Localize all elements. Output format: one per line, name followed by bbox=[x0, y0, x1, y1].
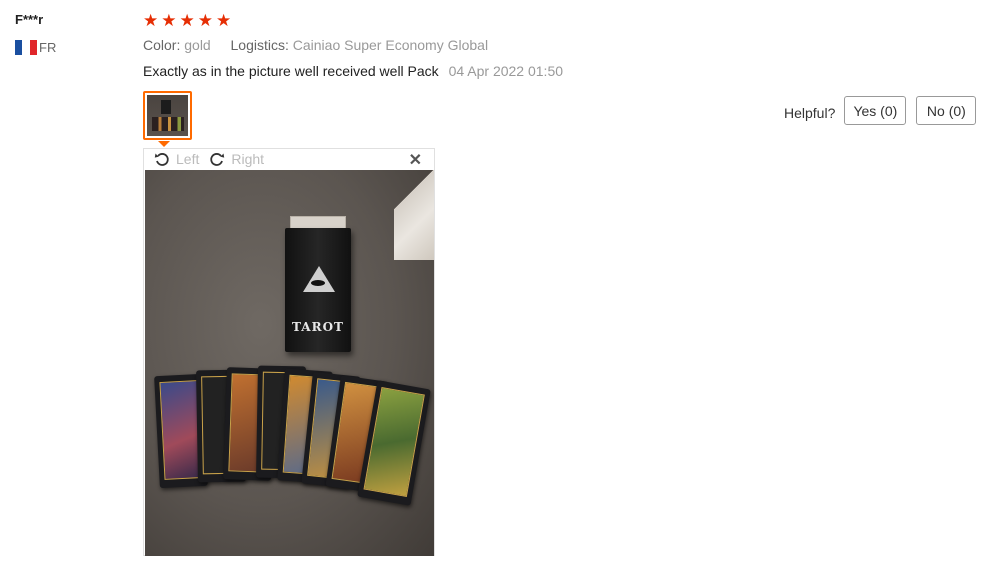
rotate-right-button[interactable]: Right bbox=[209, 151, 264, 167]
review-photo-thumbnail[interactable] bbox=[143, 91, 192, 140]
france-flag-icon bbox=[15, 40, 37, 55]
star-icon: ★ bbox=[197, 11, 213, 30]
logistics-value: Cainiao Super Economy Global bbox=[292, 37, 489, 53]
helpful-yes-button[interactable]: Yes (0) bbox=[844, 96, 907, 125]
helpful-label: Helpful? bbox=[784, 104, 836, 121]
rotate-right-icon bbox=[210, 153, 225, 166]
order-attributes: Color: gold Logistics: Cainiao Super Eco… bbox=[143, 37, 488, 53]
star-icon: ★ bbox=[161, 11, 177, 30]
thumbnail-pointer-icon bbox=[158, 141, 170, 147]
rotate-right-label: Right bbox=[231, 151, 265, 167]
star-icon: ★ bbox=[143, 11, 159, 30]
cloth-decoration bbox=[394, 170, 434, 260]
close-icon[interactable]: ✕ bbox=[409, 150, 422, 170]
review-photo: TAROT bbox=[145, 170, 434, 556]
box-label: TAROT bbox=[292, 320, 344, 334]
review-text: Exactly as in the picture well received … bbox=[143, 63, 439, 79]
logistics-label: Logistics: bbox=[230, 37, 289, 53]
reviewer-name: F***r bbox=[15, 12, 44, 27]
color-value: gold bbox=[184, 37, 211, 53]
star-icon: ★ bbox=[179, 11, 195, 30]
review-date: 04 Apr 2022 01:50 bbox=[448, 63, 564, 79]
rotate-left-button[interactable]: Left bbox=[154, 151, 199, 167]
thumbnail-image bbox=[147, 95, 188, 136]
rotate-left-icon bbox=[154, 153, 169, 166]
color-label: Color: bbox=[143, 37, 181, 53]
tarot-box: TAROT bbox=[285, 228, 351, 352]
helpful-no-button[interactable]: No (0) bbox=[916, 96, 977, 125]
star-icon: ★ bbox=[216, 11, 232, 30]
review-content: Exactly as in the picture well received … bbox=[143, 63, 563, 79]
viewer-toolbar: Left Right ✕ bbox=[144, 149, 434, 169]
star-rating: ★ ★ ★ ★ ★ bbox=[143, 12, 231, 30]
helpful-section: Helpful? Yes (0) No (0) bbox=[784, 96, 977, 125]
country-code: FR bbox=[39, 40, 57, 55]
reviewer-country: FR bbox=[15, 40, 56, 55]
photo-viewer: Left Right ✕ TAROT bbox=[143, 148, 435, 556]
rotate-left-label: Left bbox=[176, 151, 200, 167]
